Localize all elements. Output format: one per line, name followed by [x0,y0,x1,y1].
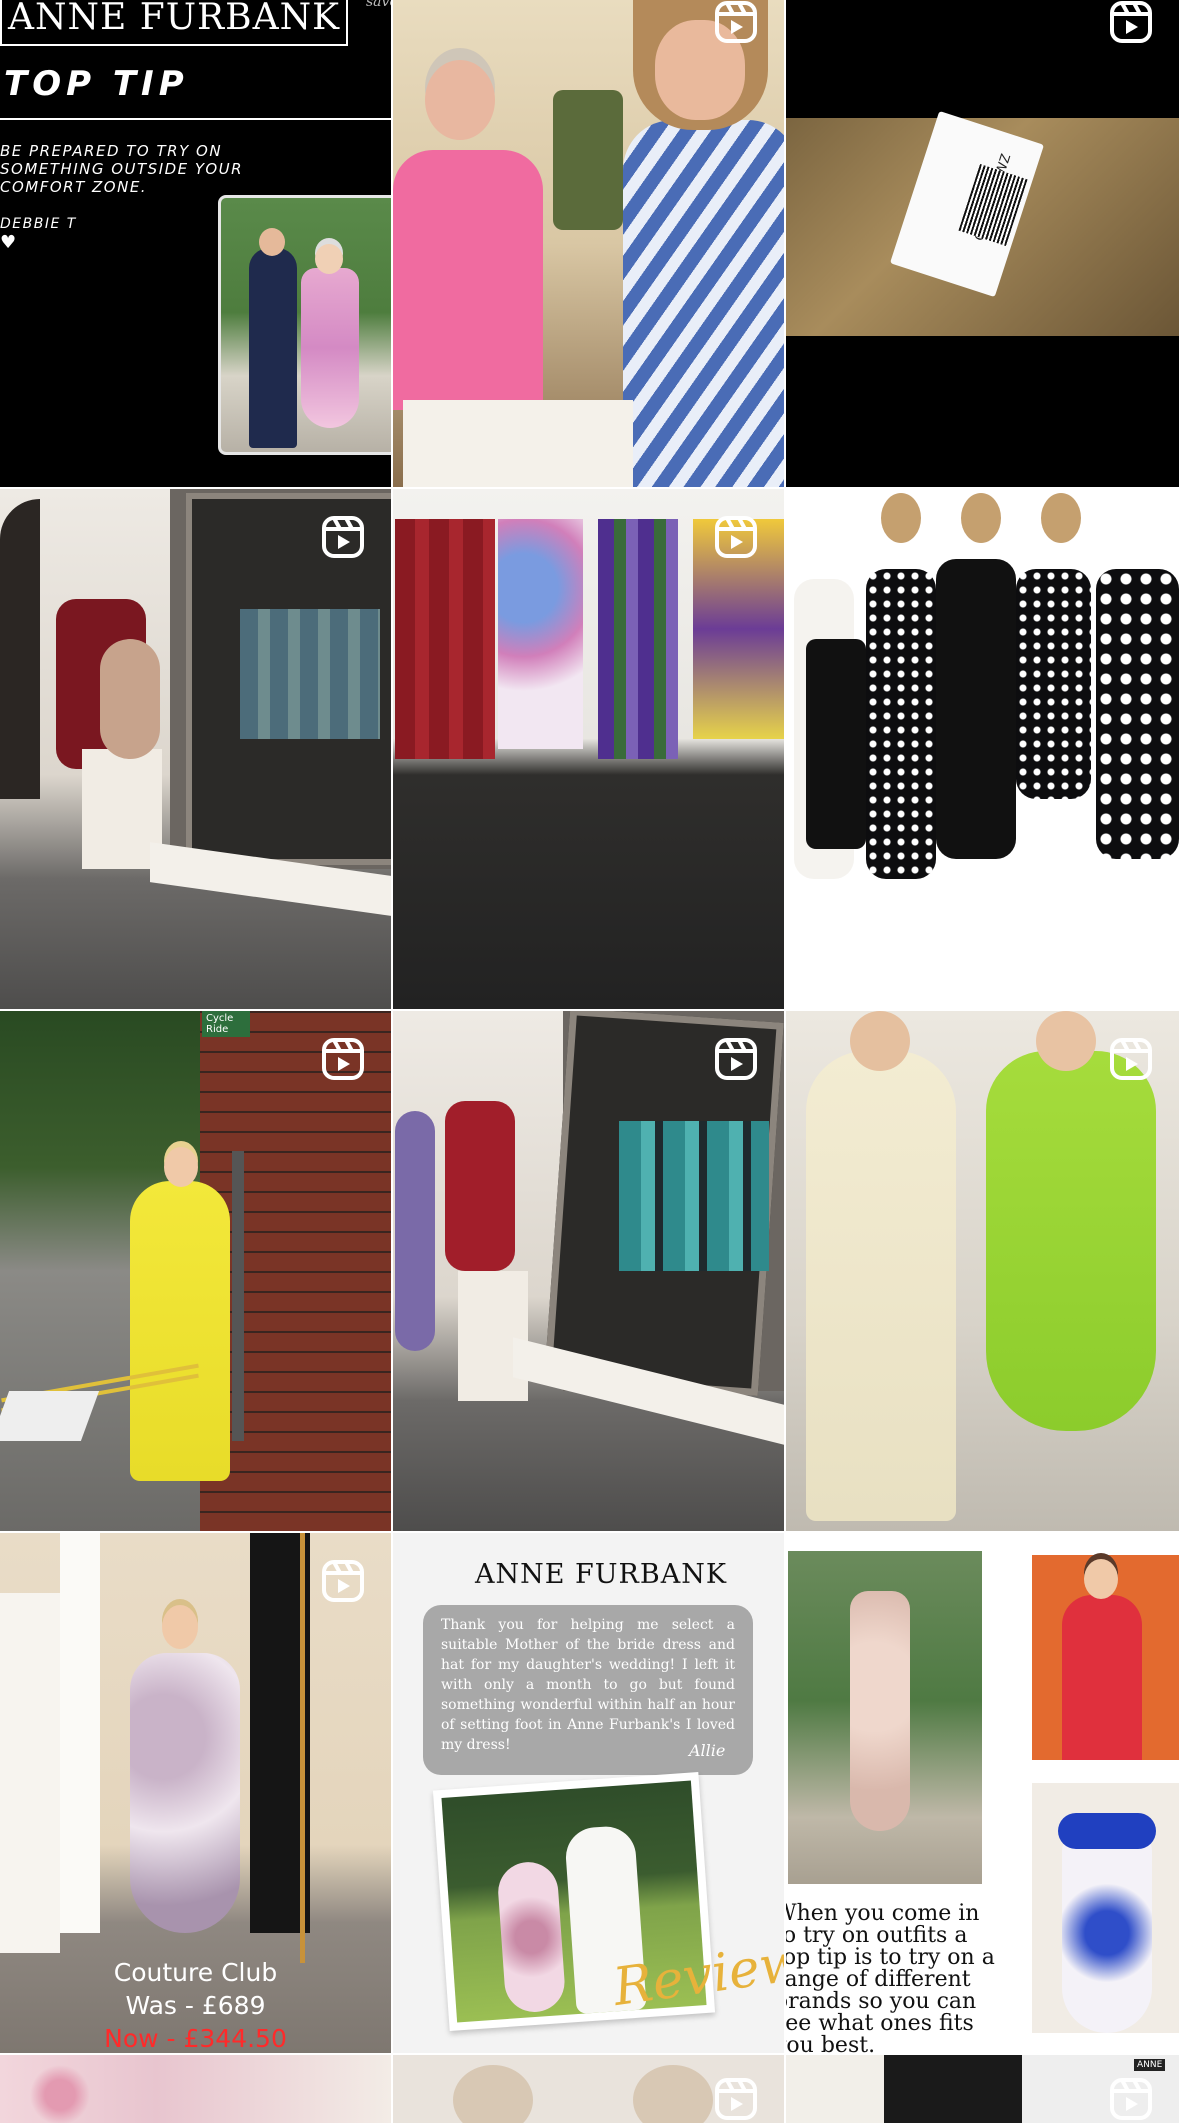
offer-was-price: Was - £689 [125,1991,266,2020]
tip-text-7: you best. [786,2033,876,2053]
post-tile-12[interactable]: When you come in to try on outfits a top… [786,1533,1179,2053]
reel-icon [714,2077,758,2121]
post-tile-5[interactable] [393,489,784,1009]
post-tile-3[interactable]: GB-PE19 8WZ [786,0,1179,487]
review-signature: Allie [689,1741,726,1760]
divider [0,118,391,120]
reel-icon [321,515,365,559]
post-tile-7[interactable]: Cycle Ride [0,1011,391,1531]
offer-title: Couture Club [113,1958,278,1987]
reel-icon [1109,2077,1153,2121]
reel-icon [714,515,758,559]
reel-icon [1109,0,1153,44]
heart-icon: ♥ [0,232,17,253]
post-tile-10[interactable]: Couture Club Was - £689 Now - £344.50 [0,1533,391,2053]
tip-line-1: BE PREPARED TO TRY ON [0,142,223,160]
post-tile-2[interactable] [393,0,784,487]
photo-outdoor [788,1551,982,1884]
post-tile-9[interactable] [786,1011,1179,1531]
post-tile-13[interactable] [0,2055,391,2123]
reel-icon [714,0,758,44]
post-tile-8[interactable] [393,1011,784,1531]
carousel-icon [1109,515,1153,559]
brand-tag: ANNE [1134,2059,1166,2071]
reel-icon [714,1037,758,1081]
post-tile-15[interactable]: ANNE [786,2055,1179,2123]
reel-icon [321,1559,365,1603]
tip-heading: TOP TIP [4,64,189,104]
post-tile-6[interactable] [786,489,1179,1009]
brand-logo: ANNE FURBANK [0,0,348,46]
post-tile-4[interactable] [0,489,391,1009]
tip-line-3: COMFORT ZONE. [0,178,148,196]
review-text: Thank you for helping me select a suitab… [441,1617,735,1753]
street-sign: Cycle Ride [202,1011,250,1037]
offer-now-price: Now - £344.50 [104,2024,287,2053]
photo-floral-dress [1032,1783,1179,2033]
couple-photo [218,195,391,455]
post-tile-1[interactable]: ANNE FURBANK save TOP TIP BE PREPARED TO… [0,0,391,487]
brand-logo: ANNE FURBANK [475,1559,727,1590]
corner-text: save [366,0,391,10]
reel-icon [1109,1037,1153,1081]
post-tile-14[interactable] [393,2055,784,2123]
tip-author: DEBBIE T [0,216,77,232]
post-tile-11[interactable]: ANNE FURBANK Thank you for helping me se… [393,1533,784,2053]
photo-red-dress [1032,1555,1179,1760]
reel-icon [321,1037,365,1081]
tip-line-2: SOMETHING OUTSIDE YOUR [0,160,244,178]
